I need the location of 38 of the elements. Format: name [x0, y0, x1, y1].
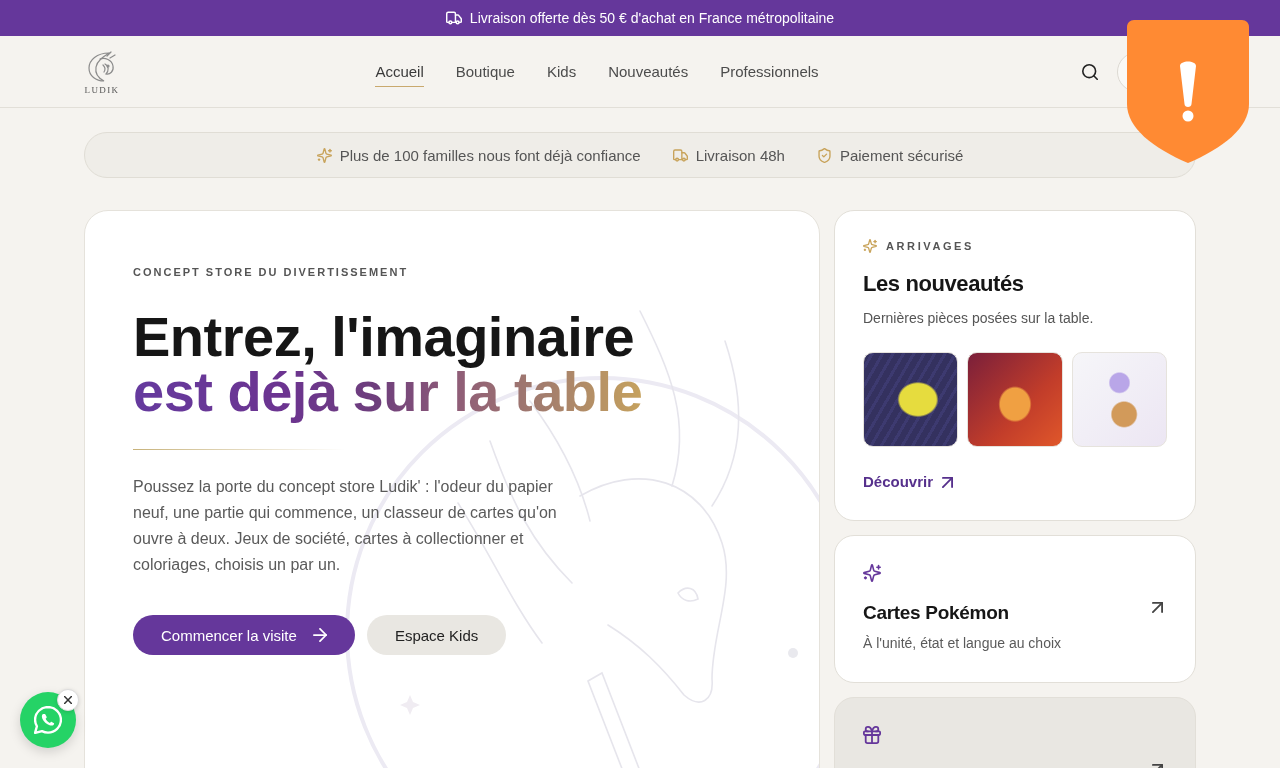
chat-bubble-icon: [34, 706, 62, 734]
logo-link[interactable]: LUDIK: [84, 48, 120, 95]
announcement-text: Livraison offerte dès 50 € d'achat en France métropolitaine: [469, 10, 835, 26]
card-subtitle: Dernières pièces posées sur la table.: [863, 309, 1094, 328]
discover-link[interactable]: Découvrir: [863, 472, 954, 492]
category-title: Cartes Pokémon: [863, 601, 1009, 625]
warning-shield-icon: [1127, 20, 1249, 163]
category-subtitle: À l'unité, état et langue au choix: [863, 634, 1062, 653]
product-photo[interactable]: [863, 352, 959, 447]
sparkles-icon: [863, 564, 881, 582]
gift-icon: [863, 726, 881, 744]
arrow-up-right-icon: [1152, 602, 1163, 613]
nav-link[interactable]: Boutique: [455, 56, 515, 87]
sparkles-icon: [863, 239, 877, 253]
nav-link[interactable]: Accueil: [375, 56, 424, 87]
nav-link[interactable]: Kids: [546, 56, 577, 87]
close-button[interactable]: [57, 689, 79, 711]
arrow-right-icon: [312, 628, 327, 642]
product-photo[interactable]: [967, 352, 1063, 447]
close-icon: [64, 696, 72, 704]
trust-text: Paiement sécurisé: [839, 146, 964, 164]
shield-check-icon: [816, 147, 832, 163]
sparkles-icon: [316, 147, 332, 163]
intro-paragraph: Poussez la porte du concept store Ludik' : l'odeur du papier neuf, une partie qui commence, un classeur de cartes qu'on ouvre à deux. Jeux de société, cartes à collectionner et coloriages, choisis un par un.: [133, 477, 558, 575]
arrow-up-right-icon: [942, 476, 954, 488]
trust-text: Plus de 100 familles nous font déjà confiance: [339, 146, 641, 164]
search-icon: [1082, 63, 1098, 80]
truck-icon: [445, 10, 462, 26]
nav-link[interactable]: Professionnels: [720, 56, 819, 87]
trust-text: Livraison 48h: [695, 146, 785, 164]
start-visit-button[interactable]: Commencer la visite: [133, 615, 355, 655]
eyebrow-text: CONCEPT STORE DU DIVERTISSEMENT: [133, 265, 409, 280]
eyebrow-text: ARRIVAGES: [886, 239, 974, 253]
nav-link[interactable]: Nouveautés: [608, 56, 689, 87]
kids-button[interactable]: Espace Kids: [366, 615, 507, 655]
category-card[interactable]: Cartes Pokémon À l'unité, état et langue au choix: [834, 535, 1196, 683]
truck-icon: [672, 147, 688, 163]
card-title: Les nouveautés: [863, 270, 1024, 298]
